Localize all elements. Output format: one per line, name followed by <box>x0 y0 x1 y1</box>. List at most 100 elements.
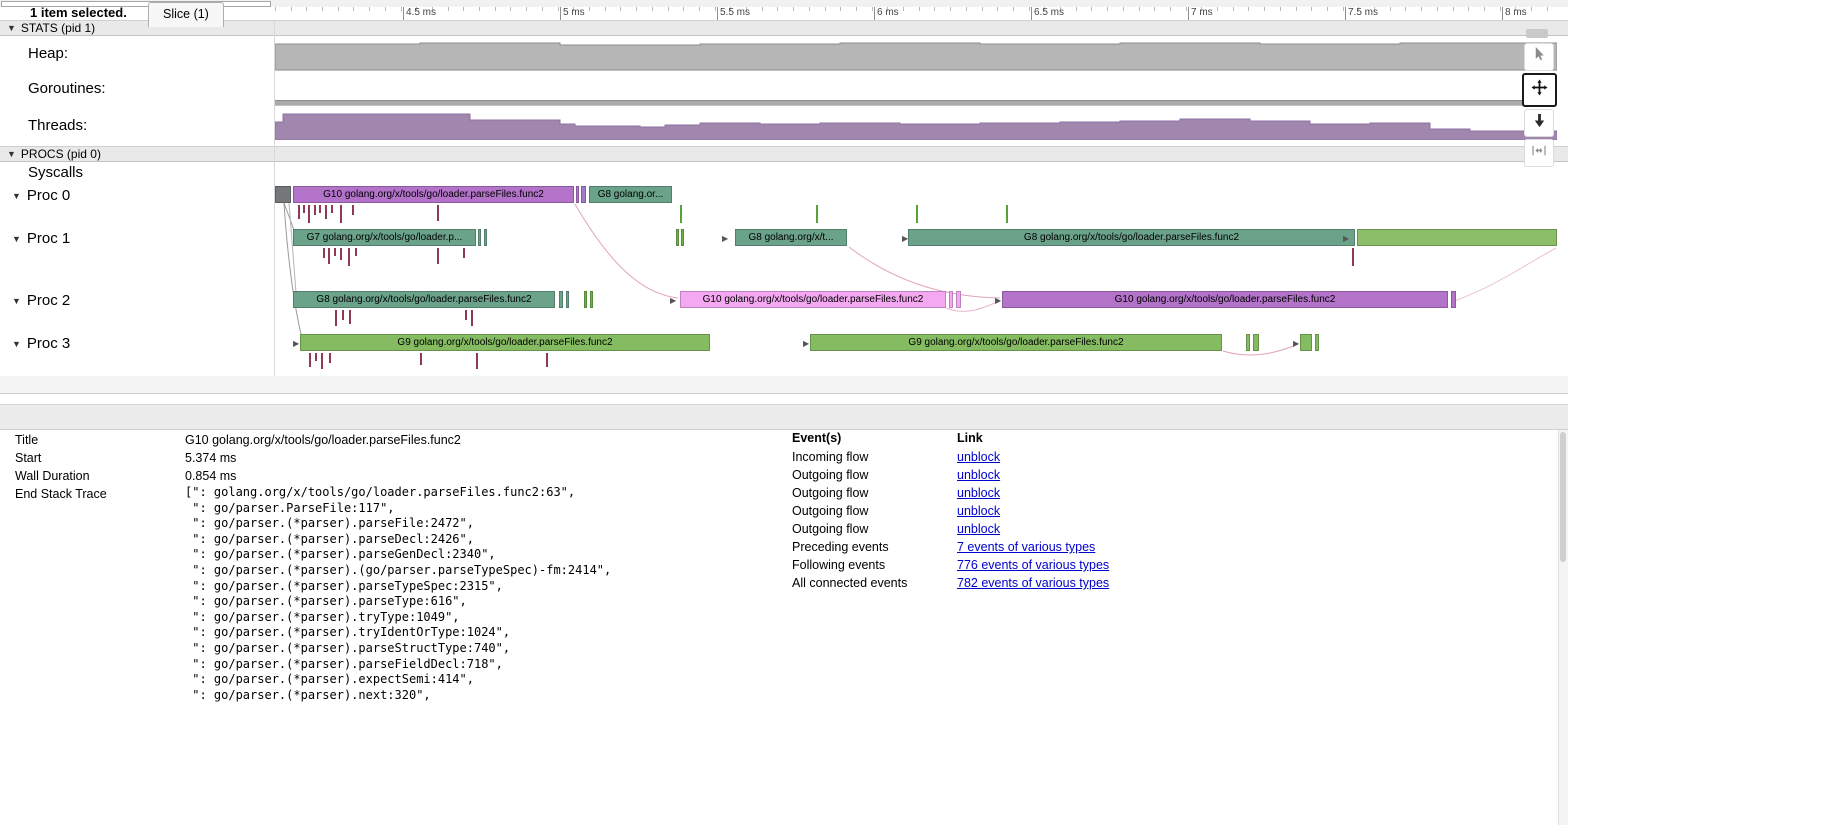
instant-event-tick[interactable] <box>328 248 330 264</box>
event-type: Outgoing flow <box>792 466 957 484</box>
instant-event-tick[interactable] <box>303 205 305 213</box>
slice[interactable]: G10 golang.org/x/tools/go/loader.parseFi… <box>1002 291 1448 308</box>
instant-event-tick[interactable] <box>334 248 336 256</box>
instant-event-tick[interactable] <box>816 205 818 223</box>
proc0-row-label[interactable]: ▼ Proc 0 <box>12 187 70 205</box>
threads-chart[interactable] <box>275 106 1557 140</box>
instant-event-tick[interactable] <box>476 353 478 369</box>
instant-event-tick[interactable] <box>331 205 333 213</box>
instant-event-tick[interactable] <box>471 310 473 326</box>
slice[interactable]: G8 golang.or... <box>589 186 672 203</box>
instant-event-tick[interactable] <box>916 205 918 223</box>
slice[interactable]: G8 golang.org/x/tools/go/loader.parseFil… <box>293 291 555 308</box>
instant-event-tick[interactable] <box>352 205 354 215</box>
instant-event-tick[interactable] <box>437 205 439 221</box>
slice[interactable] <box>1357 229 1557 246</box>
instant-event-tick[interactable] <box>680 205 682 223</box>
instant-event-tick[interactable] <box>355 248 357 256</box>
instant-event-tick[interactable] <box>348 248 350 266</box>
slice[interactable]: G10 golang.org/x/tools/go/loader.parseFi… <box>293 186 574 203</box>
stats-section-header[interactable]: ▼ STATS (pid 1) <box>0 20 1568 36</box>
instant-event-tick[interactable] <box>321 353 323 369</box>
details-scrollbar-thumb[interactable] <box>1560 432 1566 562</box>
event-link[interactable]: unblock <box>957 448 1000 466</box>
time-ruler[interactable]: 4.5 ms5 ms5.5 ms6 ms6.5 ms7 ms7.5 ms8 ms <box>0 7 1568 20</box>
slice[interactable] <box>676 229 679 246</box>
slice[interactable] <box>584 291 587 308</box>
tab-slice[interactable]: Slice (1) <box>148 2 224 27</box>
event-link[interactable]: unblock <box>957 502 1000 520</box>
select-tool-button[interactable] <box>1524 43 1554 71</box>
collapse-icon[interactable]: ▼ <box>7 23 16 33</box>
instant-event-tick[interactable] <box>437 248 439 264</box>
slice[interactable] <box>590 291 593 308</box>
slice[interactable] <box>275 186 291 203</box>
proc1-row-label[interactable]: ▼ Proc 1 <box>12 230 70 248</box>
slice[interactable] <box>581 186 586 203</box>
event-link[interactable]: 7 events of various types <box>957 538 1095 556</box>
slice[interactable]: G8 golang.org/x/t... <box>735 229 847 246</box>
slice[interactable]: G9 golang.org/x/tools/go/loader.parseFil… <box>300 334 710 351</box>
slice[interactable] <box>949 291 953 308</box>
slice[interactable]: G9 golang.org/x/tools/go/loader.parseFil… <box>810 334 1222 351</box>
instant-event-tick[interactable] <box>298 205 300 219</box>
instant-event-tick[interactable] <box>340 205 342 223</box>
collapse-icon[interactable]: ▼ <box>12 230 21 248</box>
slice[interactable] <box>681 229 684 246</box>
instant-event-tick[interactable] <box>315 353 317 361</box>
instant-event-tick[interactable] <box>349 310 351 324</box>
collapse-icon[interactable]: ▼ <box>7 149 16 159</box>
slice[interactable] <box>576 186 579 203</box>
instant-event-tick[interactable] <box>319 205 321 213</box>
event-link[interactable]: 782 events of various types <box>957 574 1109 592</box>
slice[interactable] <box>559 291 563 308</box>
heap-chart[interactable] <box>275 36 1557 70</box>
event-link[interactable]: 776 events of various types <box>957 556 1109 574</box>
instant-event-tick[interactable] <box>335 310 337 326</box>
instant-event-tick[interactable] <box>325 205 327 219</box>
instant-event-tick[interactable] <box>329 353 331 363</box>
slice[interactable] <box>484 229 487 246</box>
slice[interactable] <box>1300 334 1312 351</box>
slice[interactable] <box>478 229 481 246</box>
instant-event-tick[interactable] <box>1352 248 1354 266</box>
collapse-icon[interactable]: ▼ <box>12 335 21 353</box>
instant-event-tick[interactable] <box>340 248 342 260</box>
timing-tool-button[interactable] <box>1524 139 1554 167</box>
instant-event-tick[interactable] <box>546 353 548 367</box>
slice[interactable]: G10 golang.org/x/tools/go/loader.parseFi… <box>680 291 946 308</box>
procs-section-title: PROCS (pid 0) <box>21 147 101 161</box>
instant-event-tick[interactable] <box>308 205 310 223</box>
slice[interactable] <box>566 291 569 308</box>
toolbar-grip[interactable] <box>1526 29 1548 38</box>
instant-event-tick[interactable] <box>465 310 467 320</box>
ruler-minor-tick <box>982 7 983 11</box>
instant-event-tick[interactable] <box>463 248 465 258</box>
slice[interactable] <box>956 291 961 308</box>
events-table: Event(s) Link Incoming flowunblockOutgoi… <box>792 429 1222 592</box>
slice[interactable]: G7 golang.org/x/tools/go/loader.p... <box>293 229 476 246</box>
instant-event-tick[interactable] <box>1006 205 1008 223</box>
proc2-row-label[interactable]: ▼ Proc 2 <box>12 292 70 310</box>
procs-section-header[interactable]: ▼ PROCS (pid 0) <box>0 146 1568 162</box>
collapse-icon[interactable]: ▼ <box>12 187 21 205</box>
collapse-icon[interactable]: ▼ <box>12 292 21 310</box>
slice[interactable] <box>1253 334 1259 351</box>
slice[interactable] <box>1315 334 1319 351</box>
event-link[interactable]: unblock <box>957 520 1000 538</box>
zoom-tool-button[interactable] <box>1524 109 1554 137</box>
instant-event-tick[interactable] <box>309 353 311 367</box>
ruler-minor-tick <box>1233 7 1234 11</box>
slice[interactable] <box>1246 334 1250 351</box>
event-link[interactable]: unblock <box>957 466 1000 484</box>
instant-event-tick[interactable] <box>323 248 325 258</box>
instant-event-tick[interactable] <box>420 353 422 365</box>
slice[interactable]: G8 golang.org/x/tools/go/loader.parseFil… <box>908 229 1355 246</box>
instant-event-tick[interactable] <box>314 205 316 215</box>
pan-tool-button[interactable] <box>1522 73 1557 107</box>
event-link[interactable]: unblock <box>957 484 1000 502</box>
instant-event-tick[interactable] <box>342 310 344 320</box>
proc3-row-label[interactable]: ▼ Proc 3 <box>12 335 70 353</box>
ruler-major-tick <box>1345 7 1346 20</box>
slice[interactable] <box>1451 291 1456 308</box>
